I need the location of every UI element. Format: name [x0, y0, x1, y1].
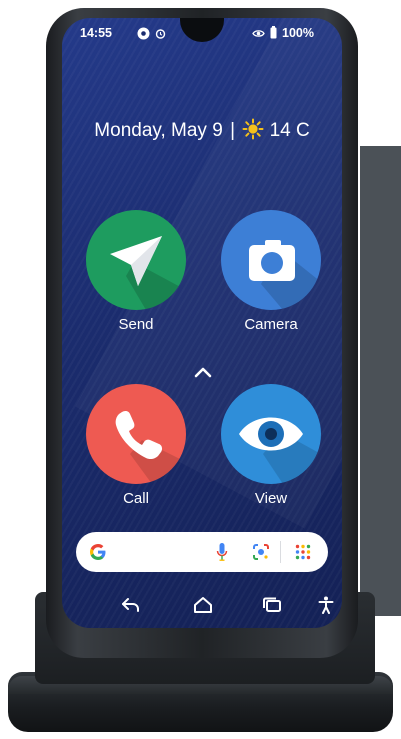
home-icon[interactable] — [192, 596, 214, 614]
app-label-call: Call — [123, 490, 149, 507]
camera-app-circle — [221, 210, 321, 310]
paper-plane-icon — [110, 236, 186, 310]
background-panel — [360, 146, 401, 616]
navigation-bar — [62, 584, 342, 628]
app-label-camera: Camera — [244, 316, 298, 333]
send-app-circle — [86, 210, 186, 310]
view-app-circle — [221, 384, 321, 484]
date-text: Monday, May 9 — [94, 120, 223, 141]
app-camera[interactable]: Camera — [221, 210, 321, 333]
app-label-view: View — [254, 490, 288, 507]
battery-icon — [270, 26, 277, 39]
eye-comfort-icon — [252, 30, 265, 37]
back-icon[interactable] — [120, 596, 142, 614]
separator: | — [230, 120, 235, 141]
phone-icon — [115, 410, 186, 484]
call-app-circle — [86, 384, 186, 484]
microphone-icon[interactable] — [216, 542, 228, 562]
home-screen: 14:55 100% Monday, May 9 | 14 C Send Cam… — [62, 18, 342, 628]
eye-icon — [239, 417, 321, 484]
recents-icon[interactable] — [261, 596, 283, 614]
app-label-send: Send — [118, 316, 154, 333]
alarm-icon — [155, 29, 166, 39]
sun-icon — [242, 118, 264, 140]
chevron-up-icon[interactable] — [194, 366, 212, 378]
app-send[interactable]: Send — [86, 210, 186, 333]
lens-icon[interactable] — [252, 543, 270, 561]
google-g-icon — [90, 544, 106, 560]
google-search-bar[interactable] — [76, 532, 328, 572]
battery-percent: 100% — [282, 26, 314, 40]
accessibility-icon[interactable] — [318, 596, 334, 614]
temperature-text: 14 C — [269, 120, 310, 141]
date-weather-widget[interactable]: Monday, May 9 | 14 C — [62, 118, 342, 142]
chrome-icon — [137, 27, 150, 40]
apps-grid-icon[interactable] — [295, 544, 311, 560]
app-call[interactable]: Call — [86, 384, 186, 507]
status-time: 14:55 — [80, 26, 112, 40]
search-bar-divider — [280, 541, 281, 563]
app-view[interactable]: View — [221, 384, 321, 507]
camera-icon — [249, 240, 321, 310]
